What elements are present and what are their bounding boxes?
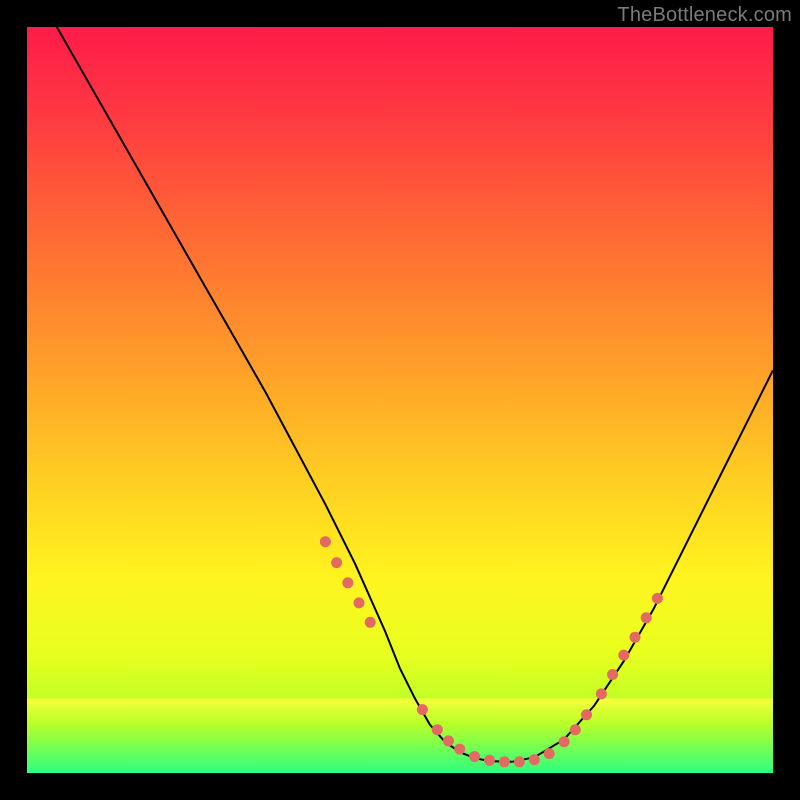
scatter-marker	[529, 754, 540, 765]
scatter-marker	[559, 736, 570, 747]
scatter-marker	[484, 755, 495, 766]
gradient-background	[27, 27, 773, 773]
scatter-marker	[514, 756, 525, 767]
chart-frame: TheBottleneck.com	[0, 0, 800, 800]
scatter-marker	[607, 669, 618, 680]
scatter-marker	[581, 709, 592, 720]
scatter-marker	[354, 597, 365, 608]
scatter-marker	[331, 557, 342, 568]
scatter-marker	[443, 735, 454, 746]
scatter-marker	[469, 751, 480, 762]
scatter-marker	[618, 650, 629, 661]
scatter-marker	[652, 593, 663, 604]
scatter-marker	[417, 704, 428, 715]
plot-area	[27, 27, 773, 773]
scatter-marker	[432, 724, 443, 735]
scatter-marker	[365, 617, 376, 628]
watermark-text: TheBottleneck.com	[617, 4, 792, 27]
scatter-marker	[570, 724, 581, 735]
scatter-marker	[342, 577, 353, 588]
scatter-marker	[544, 748, 555, 759]
scatter-marker	[454, 744, 465, 755]
chart-svg	[27, 27, 773, 773]
green-band	[27, 698, 773, 773]
scatter-marker	[641, 612, 652, 623]
scatter-marker	[320, 536, 331, 547]
scatter-marker	[596, 688, 607, 699]
scatter-marker	[630, 632, 641, 643]
scatter-marker	[499, 756, 510, 767]
